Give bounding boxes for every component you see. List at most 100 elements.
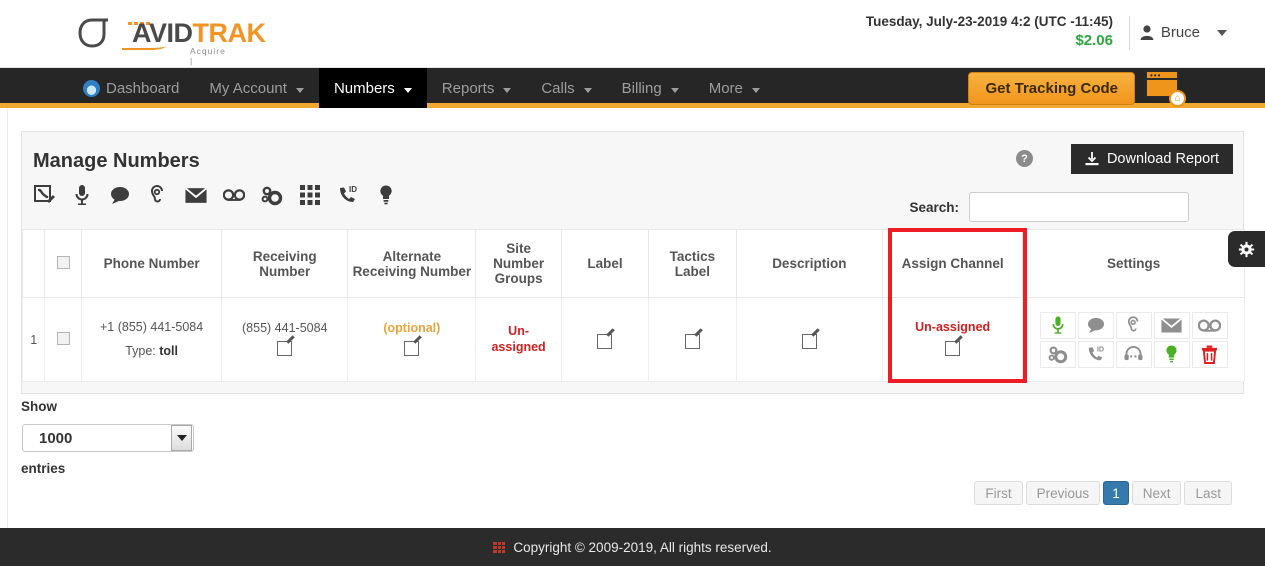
phone-type-label: Type:	[125, 343, 156, 358]
pagination-page-1[interactable]: 1	[1103, 481, 1129, 505]
cell-phone-number: +1 (855) 441-5084 Type: toll	[80, 297, 223, 382]
dashboard-icon	[83, 79, 100, 97]
caller-id-icon[interactable]: ID	[1077, 340, 1114, 368]
edit-pencil-icon[interactable]	[277, 334, 296, 359]
th-site-number-groups[interactable]: Site Number Groups	[475, 229, 562, 298]
copyright-text: Copyright © 2009-2019, All rights reserv…	[513, 539, 772, 555]
envelope-icon[interactable]	[1153, 311, 1190, 339]
microphone-icon[interactable]	[71, 184, 93, 206]
page-footer: Copyright © 2009-2019, All rights reserv…	[0, 528, 1265, 566]
edit-pencil-icon[interactable]	[945, 335, 963, 359]
nav-label: Calls	[541, 79, 575, 97]
edit-pencil-icon[interactable]	[404, 334, 423, 359]
search-area: Search:	[909, 192, 1189, 222]
th-select-all	[44, 229, 82, 298]
microphone-icon[interactable]	[1039, 311, 1076, 339]
settings-icon-grid: ID	[1034, 311, 1234, 368]
table-header-row: Phone Number Receiving Number Alternate …	[21, 229, 1245, 298]
row-select-cell	[44, 297, 82, 382]
page-size-value: 1000	[39, 429, 73, 447]
page-size-select[interactable]: 1000	[22, 424, 194, 452]
keypad-icon[interactable]	[299, 184, 321, 206]
lightbulb-icon[interactable]	[375, 184, 397, 206]
headset-icon[interactable]	[1115, 340, 1152, 368]
lightbulb-icon[interactable]	[1153, 340, 1190, 368]
header-divider	[1129, 16, 1130, 50]
caller-id-icon[interactable]: ID	[337, 184, 359, 206]
cell-tactics-label	[648, 297, 737, 382]
chevron-down-icon[interactable]	[171, 425, 192, 451]
phone-type: Type: toll	[88, 340, 215, 364]
chat-bubble-icon[interactable]	[1077, 311, 1114, 339]
chevron-down-icon	[403, 87, 412, 93]
select-all-checkbox[interactable]	[56, 255, 70, 269]
nav-label: More	[708, 79, 743, 97]
nav-label: My Account	[209, 79, 287, 97]
nav-item-reports[interactable]: Reports	[427, 68, 527, 108]
pagination-last[interactable]: Last	[1184, 481, 1232, 505]
help-question-icon[interactable]: ?	[1016, 150, 1033, 167]
svg-text:ID: ID	[349, 185, 357, 194]
cell-site-number-groups: Un-assigned	[475, 297, 562, 382]
envelope-icon[interactable]	[185, 184, 207, 206]
svg-text:ID: ID	[1097, 345, 1104, 353]
gears-icon[interactable]	[1039, 340, 1076, 368]
th-tactics-label[interactable]: Tactics Label	[648, 229, 737, 298]
nav-item-my-account[interactable]: My Account	[194, 68, 319, 108]
logo-wordmark: AVIDTRAK	[132, 18, 266, 49]
th-label[interactable]: Label	[560, 229, 650, 298]
download-report-button[interactable]: Download Report	[1070, 144, 1233, 174]
cell-description	[735, 297, 884, 382]
site-number-groups-value: Un-assigned	[491, 323, 546, 354]
edit-pencil-icon[interactable]	[684, 327, 703, 352]
search-input[interactable]	[969, 192, 1189, 222]
phone-type-value: toll	[159, 343, 178, 358]
pagination-next[interactable]: Next	[1131, 481, 1182, 505]
voicemail-icon[interactable]	[223, 184, 245, 206]
user-menu[interactable]: Bruce	[1140, 24, 1227, 41]
cell-assign-channel: Un-assigned	[882, 297, 1024, 382]
th-alternate-receiving-number[interactable]: Alternate Receiving Number	[347, 229, 477, 298]
chat-bubble-icon[interactable]	[109, 184, 131, 206]
cell-label	[560, 297, 650, 382]
table-row: 1 +1 (855) 441-5084 Type: toll (855) 441…	[21, 297, 1245, 382]
user-icon	[1140, 25, 1154, 40]
date-balance-block: Tuesday, July-23-2019 4:2 (UTC -11:45) $…	[866, 14, 1113, 49]
chevron-down-icon	[503, 87, 512, 93]
pagination-first[interactable]: First	[974, 481, 1023, 505]
gears-icon[interactable]	[261, 184, 283, 206]
alternate-receiving-number-value: (optional)	[383, 320, 441, 335]
th-index	[21, 229, 46, 298]
nav-item-billing[interactable]: Billing	[607, 68, 694, 108]
nav-item-numbers[interactable]: Numbers	[318, 68, 427, 108]
get-tracking-code-button[interactable]: Get Tracking Code	[968, 72, 1135, 105]
chevron-down-icon	[670, 87, 679, 93]
ear-whisper-icon[interactable]	[147, 184, 169, 206]
nav-item-dashboard[interactable]: Dashboard	[68, 68, 194, 108]
trash-icon[interactable]	[1191, 340, 1228, 368]
edit-pencil-icon[interactable]	[597, 327, 616, 352]
nav-item-calls[interactable]: Calls	[526, 68, 606, 108]
row-checkbox[interactable]	[56, 331, 70, 345]
pagination-previous[interactable]: Previous	[1025, 481, 1101, 505]
ear-whisper-icon[interactable]	[1115, 311, 1152, 339]
numbers-table: Phone Number Receiving Number Alternate …	[21, 229, 1245, 382]
nav-item-more[interactable]: More	[694, 68, 775, 108]
cell-settings: ID	[1022, 297, 1245, 382]
th-assign-channel[interactable]: Assign Channel	[882, 229, 1024, 298]
show-label: Show	[21, 399, 57, 414]
chevron-down-icon	[295, 87, 304, 93]
search-label: Search:	[909, 199, 959, 215]
table-settings-gear-tab[interactable]	[1228, 231, 1265, 267]
th-receiving-number[interactable]: Receiving Number	[221, 229, 349, 298]
avidtrak-logo[interactable]: AVIDTRAK Acquire | Analyze | Act	[78, 10, 266, 86]
phone-edit-icon[interactable]	[33, 184, 55, 206]
nav-label: Billing	[621, 79, 662, 97]
browser-window-home-icon[interactable]: ••• ⌂	[1145, 70, 1186, 107]
th-phone-number[interactable]: Phone Number	[80, 229, 223, 298]
phone-number-value: +1 (855) 441-5084	[99, 319, 204, 334]
th-description[interactable]: Description	[735, 229, 884, 298]
edit-pencil-icon[interactable]	[801, 327, 820, 352]
th-settings[interactable]: Settings	[1022, 229, 1245, 298]
voicemail-icon[interactable]	[1191, 311, 1228, 339]
